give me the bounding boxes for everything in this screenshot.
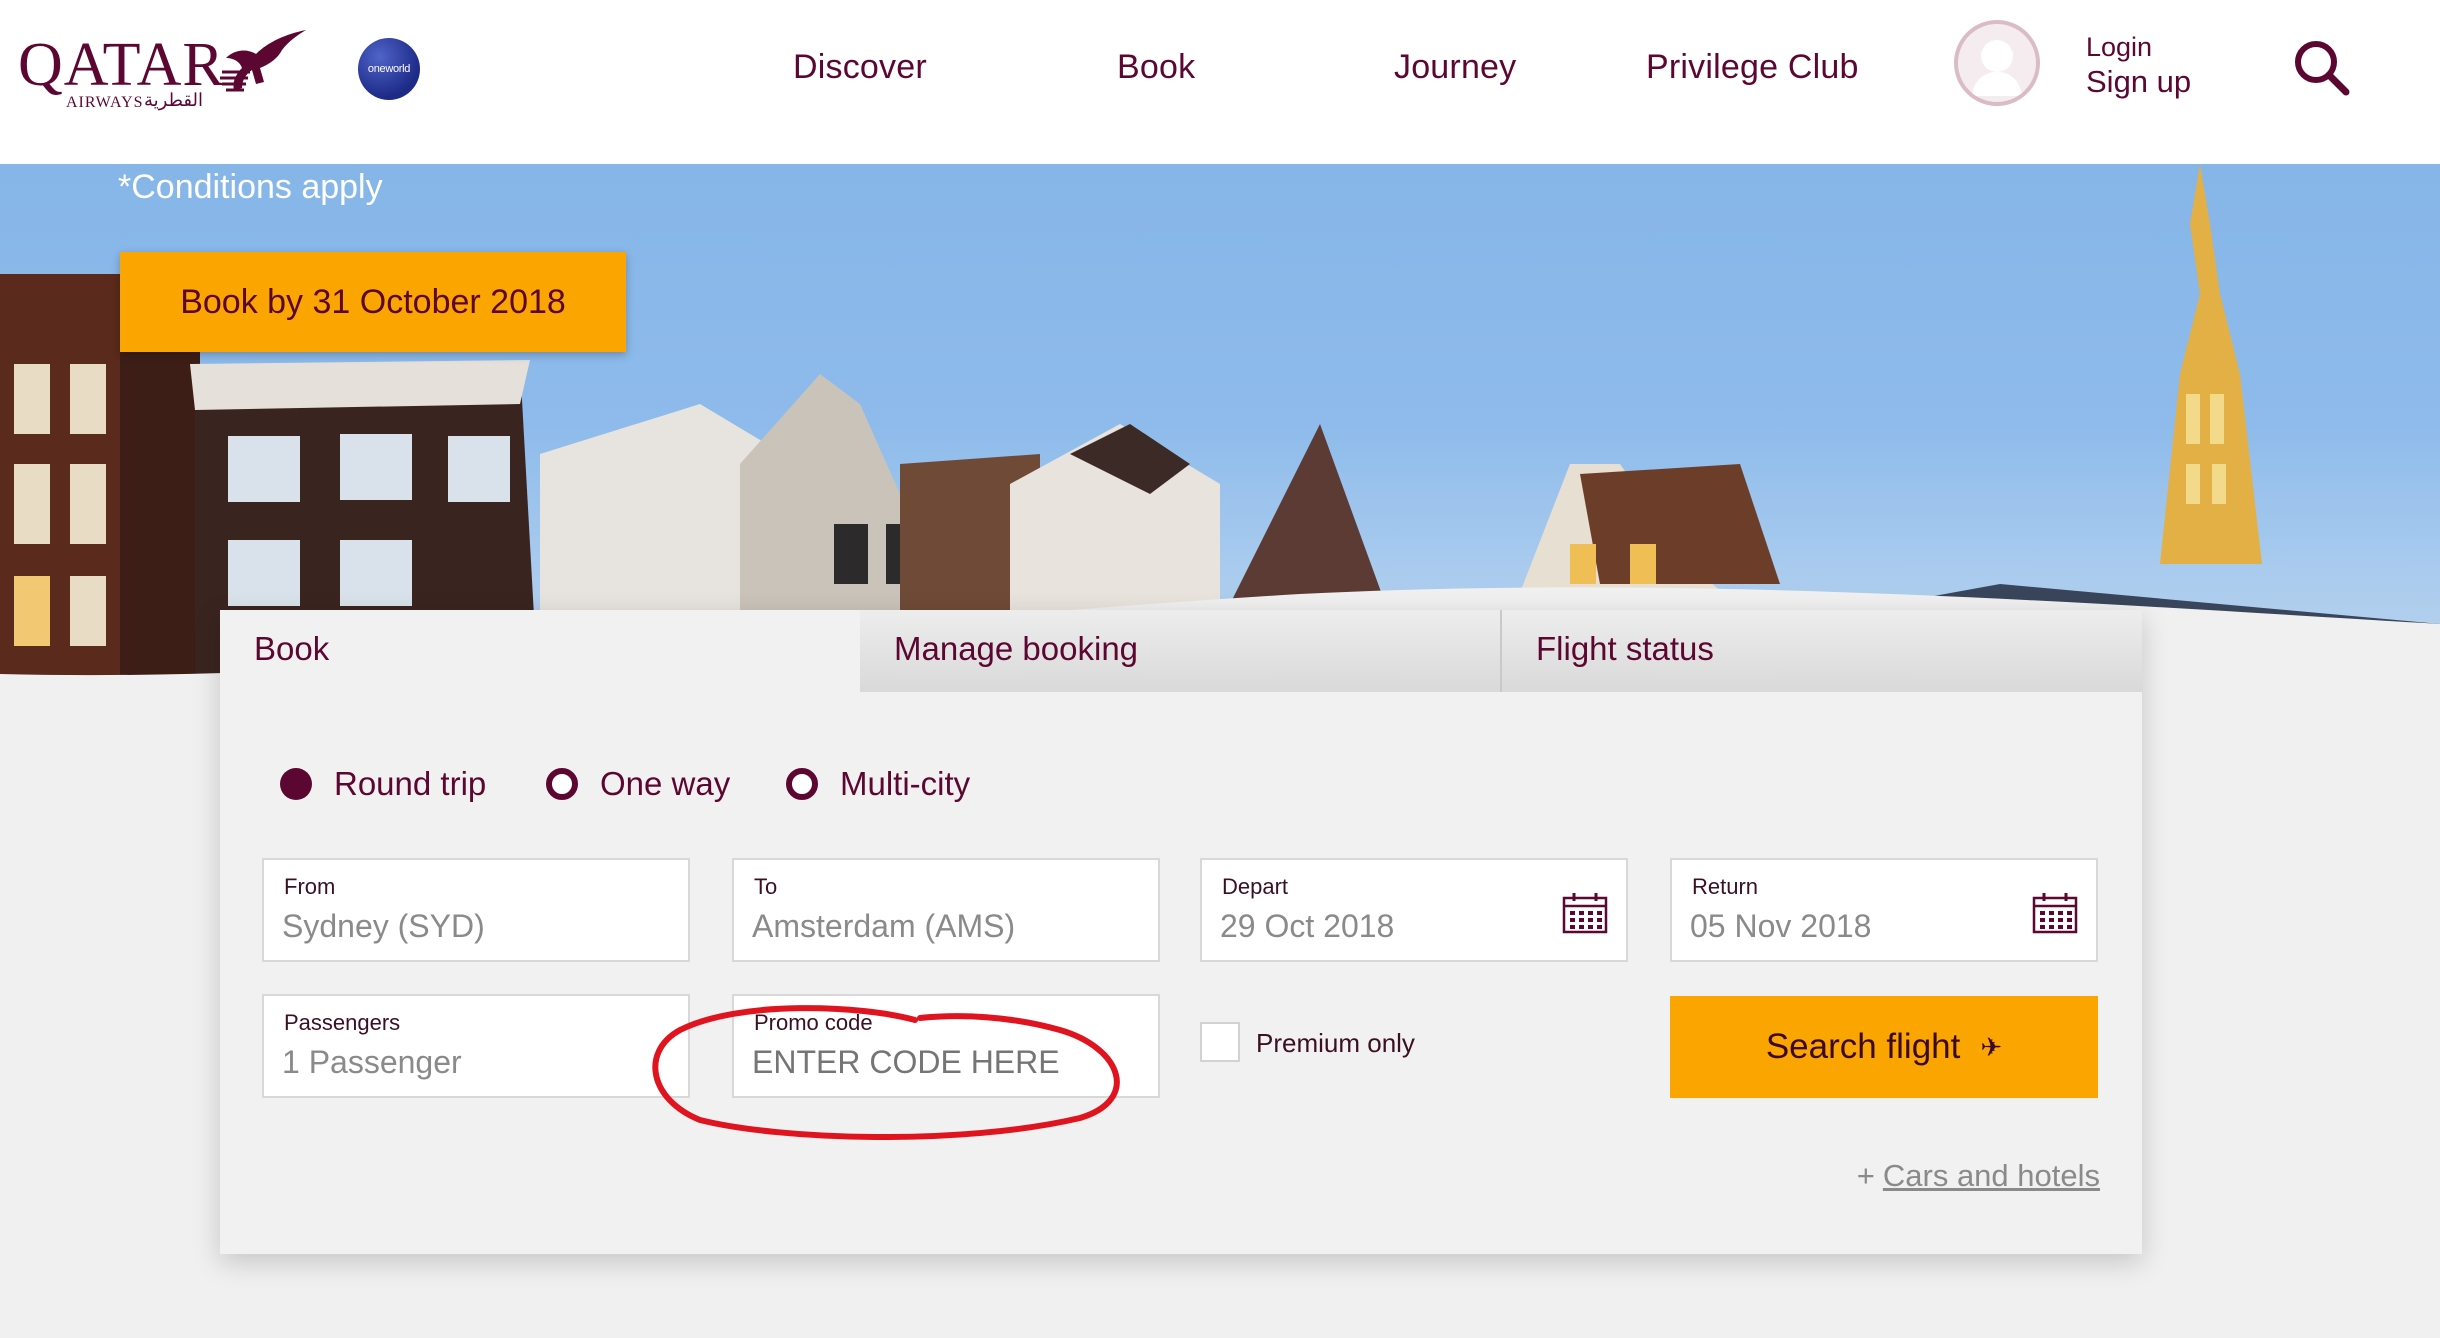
booking-tabs: Book Manage booking Flight status	[220, 610, 2142, 692]
radio-unselected-indicator	[546, 768, 578, 800]
premium-only-label: Premium only	[1256, 1028, 1415, 1058]
radio-selected-indicator	[280, 768, 312, 800]
cars-plus-sign: +	[1856, 1158, 1875, 1193]
to-input[interactable]	[752, 908, 1112, 945]
depart-input[interactable]	[1220, 908, 1520, 945]
radio-round-trip[interactable]: Round trip	[280, 762, 486, 806]
search-icon[interactable]	[2292, 38, 2352, 98]
tab-flight-status[interactable]: Flight status	[1502, 610, 2142, 692]
conditions-note: *Conditions apply	[118, 168, 383, 206]
tab-book[interactable]: Book	[220, 610, 860, 692]
radio-unselected-indicator	[786, 768, 818, 800]
return-label: Return	[1692, 874, 1759, 899]
signup-link[interactable]: Sign up	[2086, 64, 2191, 100]
nav-privilege-club[interactable]: Privilege Club	[1646, 48, 1859, 87]
passengers-input[interactable]	[282, 1044, 642, 1081]
to-label: To	[754, 874, 778, 899]
cars-and-hotels: + Cars and hotels	[1857, 1158, 2100, 1194]
cars-and-hotels-link[interactable]: Cars and hotels	[1883, 1158, 2100, 1193]
qatar-airways-logo[interactable]: QATAR AIRWAYS القطرية	[18, 28, 308, 112]
logo-subtitle: AIRWAYS	[66, 94, 144, 111]
radio-one-way-label: One way	[600, 765, 731, 802]
calendar-icon[interactable]	[1562, 892, 1608, 934]
nav-discover[interactable]: Discover	[793, 48, 927, 87]
search-flight-label: Search flight	[1765, 1027, 1961, 1066]
depart-label: Depart	[1222, 874, 1289, 899]
radio-multi-city-label: Multi-city	[840, 765, 971, 802]
oneworld-badge[interactable]: oneworld	[358, 38, 420, 100]
passengers-label: Passengers	[284, 1010, 401, 1035]
search-flight-button[interactable]: Search flight ✈	[1670, 996, 2098, 1098]
site-header: QATAR AIRWAYS القطرية oneworld Discover …	[0, 0, 2440, 164]
logo-wordmark: QATAR	[18, 31, 225, 99]
nav-journey[interactable]: Journey	[1394, 48, 1516, 87]
book-by-button[interactable]: Book by 31 October 2018	[120, 252, 626, 352]
logo-arabic: القطرية	[144, 90, 203, 110]
nav-book[interactable]: Book	[1117, 48, 1195, 87]
oneworld-label: oneworld	[367, 63, 411, 75]
premium-only-checkbox[interactable]	[1200, 1022, 1240, 1062]
promo-code-label: Promo code	[754, 1010, 873, 1035]
to-field[interactable]: To	[732, 858, 1160, 962]
user-avatar-icon[interactable]	[1954, 20, 2040, 106]
passengers-field[interactable]: Passengers	[262, 994, 690, 1098]
login-link[interactable]: Login	[2086, 32, 2152, 63]
avatar-silhouette-icon	[1972, 40, 2022, 96]
promo-code-field[interactable]: Promo code	[732, 994, 1160, 1098]
from-label: From	[284, 874, 336, 899]
plane-icon: ✈	[1980, 1031, 2003, 1062]
from-field[interactable]: From	[262, 858, 690, 962]
radio-round-trip-label: Round trip	[334, 765, 487, 802]
return-input[interactable]	[1690, 908, 1990, 945]
promo-code-input[interactable]	[752, 1044, 1112, 1081]
calendar-icon[interactable]	[2032, 892, 2078, 934]
return-field[interactable]: Return	[1670, 858, 2098, 962]
depart-field[interactable]: Depart	[1200, 858, 1628, 962]
radio-multi-city[interactable]: Multi-city	[786, 762, 970, 806]
oryx-logo-icon	[220, 30, 306, 92]
tab-manage-booking[interactable]: Manage booking	[860, 610, 1500, 692]
radio-one-way[interactable]: One way	[546, 762, 730, 806]
booking-widget: Book Manage booking Flight status Round …	[220, 610, 2142, 1254]
from-input[interactable]	[282, 908, 642, 945]
